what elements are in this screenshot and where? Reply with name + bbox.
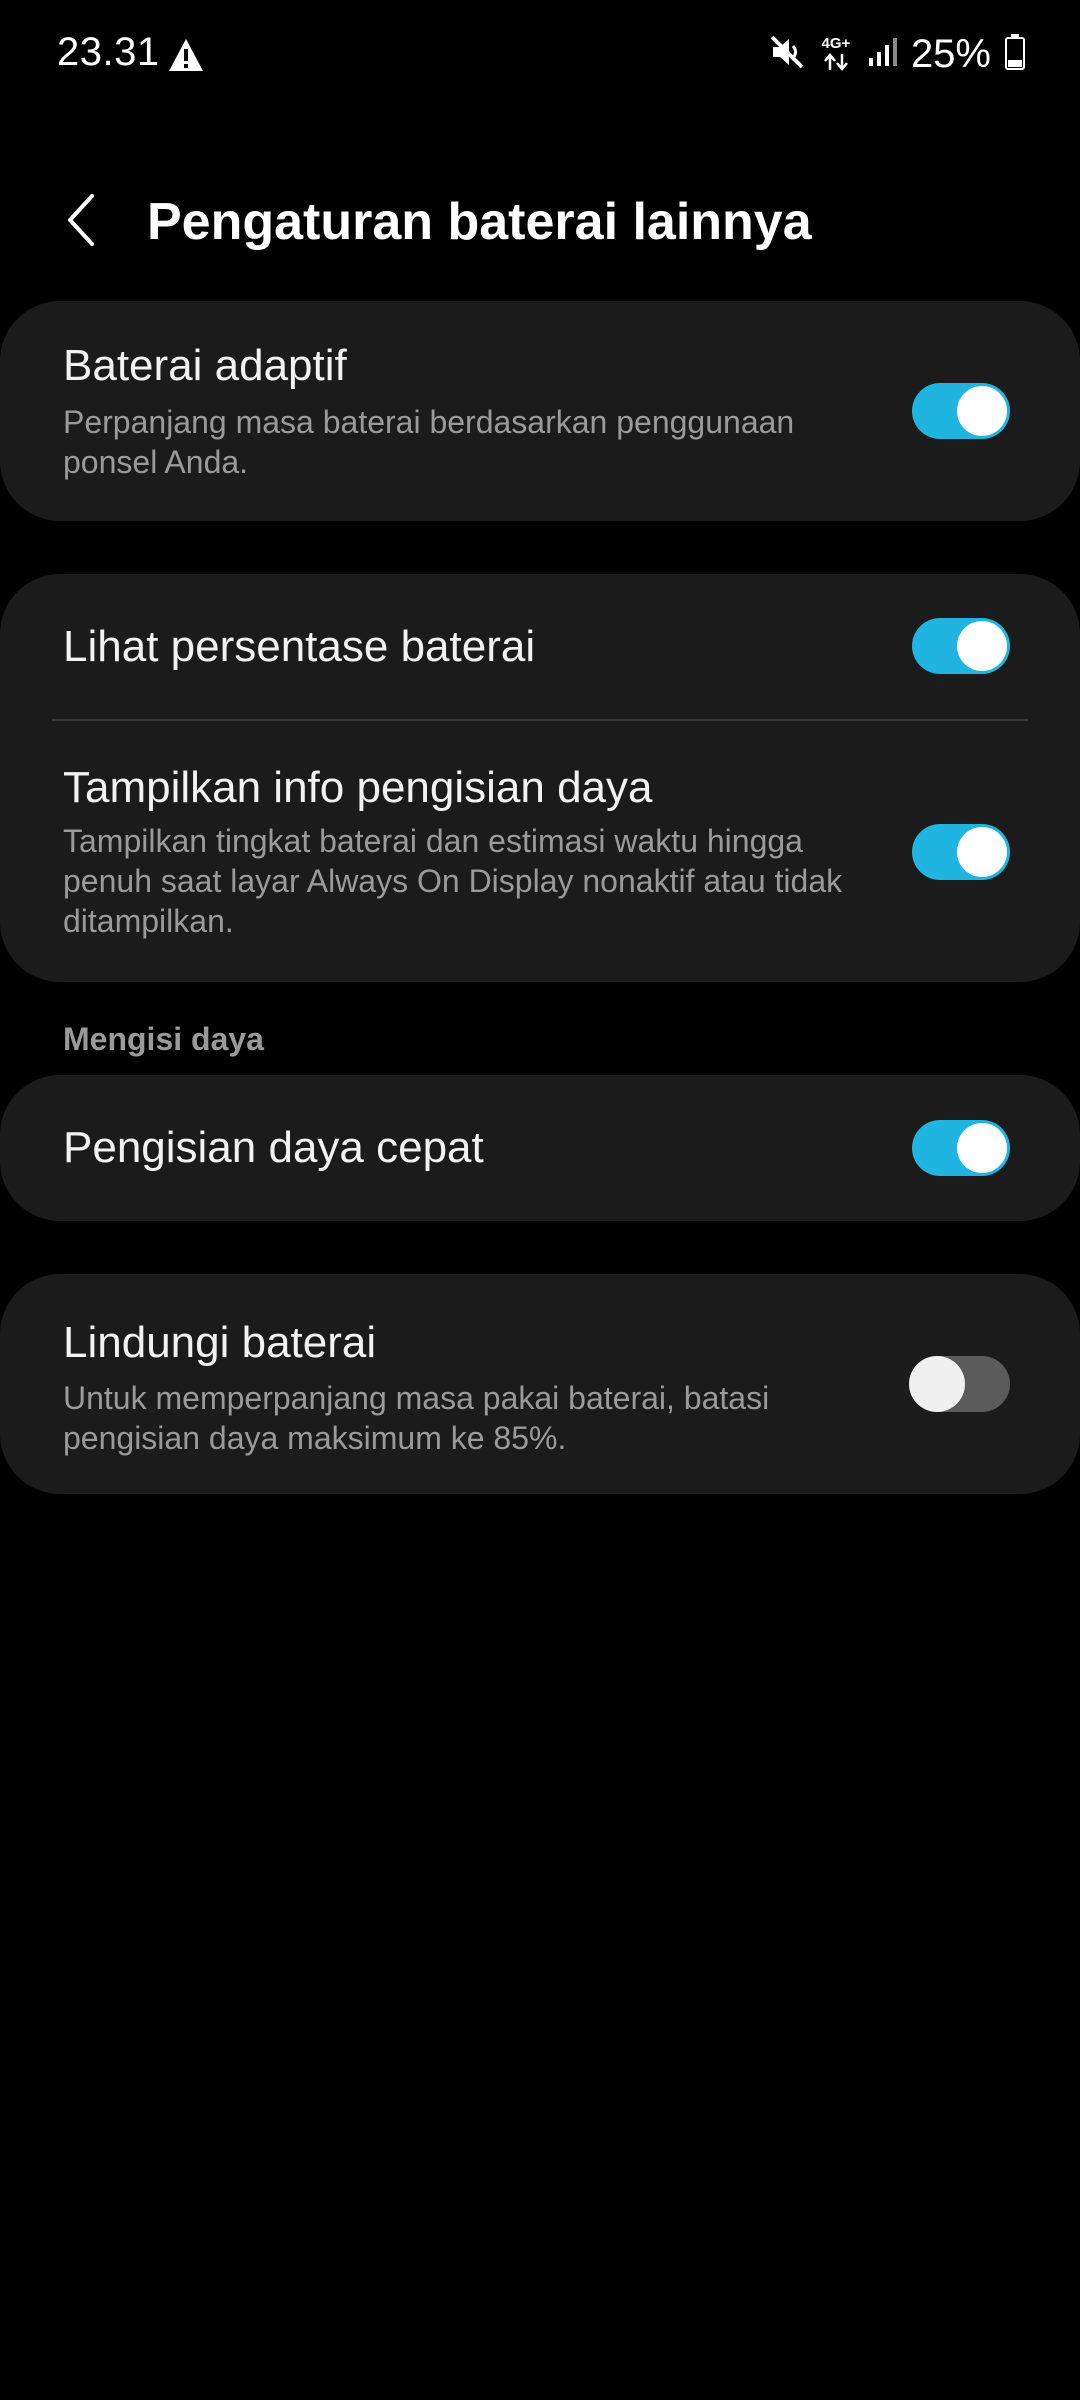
chevron-left-icon — [68, 194, 94, 246]
warning-icon — [168, 38, 204, 72]
show-battery-percentage-toggle[interactable] — [912, 618, 1010, 674]
back-button[interactable] — [50, 184, 114, 256]
toggle-knob — [957, 621, 1007, 671]
display-settings-card: Lihat persentase baterai Tampilkan info … — [0, 574, 1080, 982]
adaptive-battery-card: Baterai adaptif Perpanjang masa baterai … — [0, 301, 1080, 521]
fast-charging-toggle[interactable] — [912, 1120, 1010, 1176]
show-charging-info-description: Tampilkan tingkat baterai dan estimasi w… — [63, 823, 843, 939]
charging-section-label: Mengisi daya — [63, 1021, 264, 1057]
mute-icon — [769, 34, 805, 75]
page-title: Pengaturan baterai lainnya — [147, 193, 812, 251]
show-battery-percentage-title: Lihat persentase baterai — [63, 622, 536, 671]
protect-battery-card: Lindungi baterai Untuk memperpanjang mas… — [0, 1274, 1080, 1494]
protect-battery-row[interactable]: Lindungi baterai Untuk memperpanjang mas… — [0, 1274, 1080, 1494]
network-4g-icon: 4G+ — [819, 36, 853, 72]
signal-icon — [867, 36, 899, 73]
toggle-knob — [957, 827, 1007, 877]
fast-charging-row[interactable]: Pengisian daya cepat — [0, 1075, 1080, 1221]
protect-battery-description: Untuk memperpanjang masa pakai baterai, … — [63, 1380, 770, 1456]
battery-icon — [1005, 33, 1025, 75]
protect-battery-title: Lindungi baterai — [63, 1318, 377, 1367]
show-battery-percentage-row[interactable]: Lihat persentase baterai — [0, 574, 1080, 720]
status-icons: 4G+ 25% — [755, 28, 1025, 80]
fast-charging-card: Pengisian daya cepat — [0, 1075, 1080, 1221]
adaptive-battery-title: Baterai adaptif — [63, 341, 347, 390]
status-time: 23.31 — [57, 30, 160, 74]
status-bar: 23.31 4G+ 25% — [0, 0, 1080, 110]
toggle-knob — [909, 1356, 965, 1412]
app-bar: Pengaturan baterai lainnya — [0, 170, 1080, 270]
show-charging-info-toggle[interactable] — [912, 824, 1010, 880]
battery-percent: 25% — [910, 31, 991, 76]
toggle-knob — [957, 1123, 1007, 1173]
adaptive-battery-row[interactable]: Baterai adaptif Perpanjang masa baterai … — [0, 301, 1080, 521]
network-label: 4G+ — [821, 35, 851, 52]
fast-charging-title: Pengisian daya cepat — [63, 1123, 484, 1172]
toggle-knob — [957, 386, 1007, 436]
adaptive-battery-description: Perpanjang masa baterai berdasarkan peng… — [63, 404, 795, 480]
show-charging-info-title: Tampilkan info pengisian daya — [63, 763, 653, 812]
adaptive-battery-toggle[interactable] — [912, 383, 1010, 439]
show-charging-info-row[interactable]: Tampilkan info pengisian daya Tampilkan … — [0, 721, 1080, 982]
protect-battery-toggle[interactable] — [909, 1356, 1010, 1412]
